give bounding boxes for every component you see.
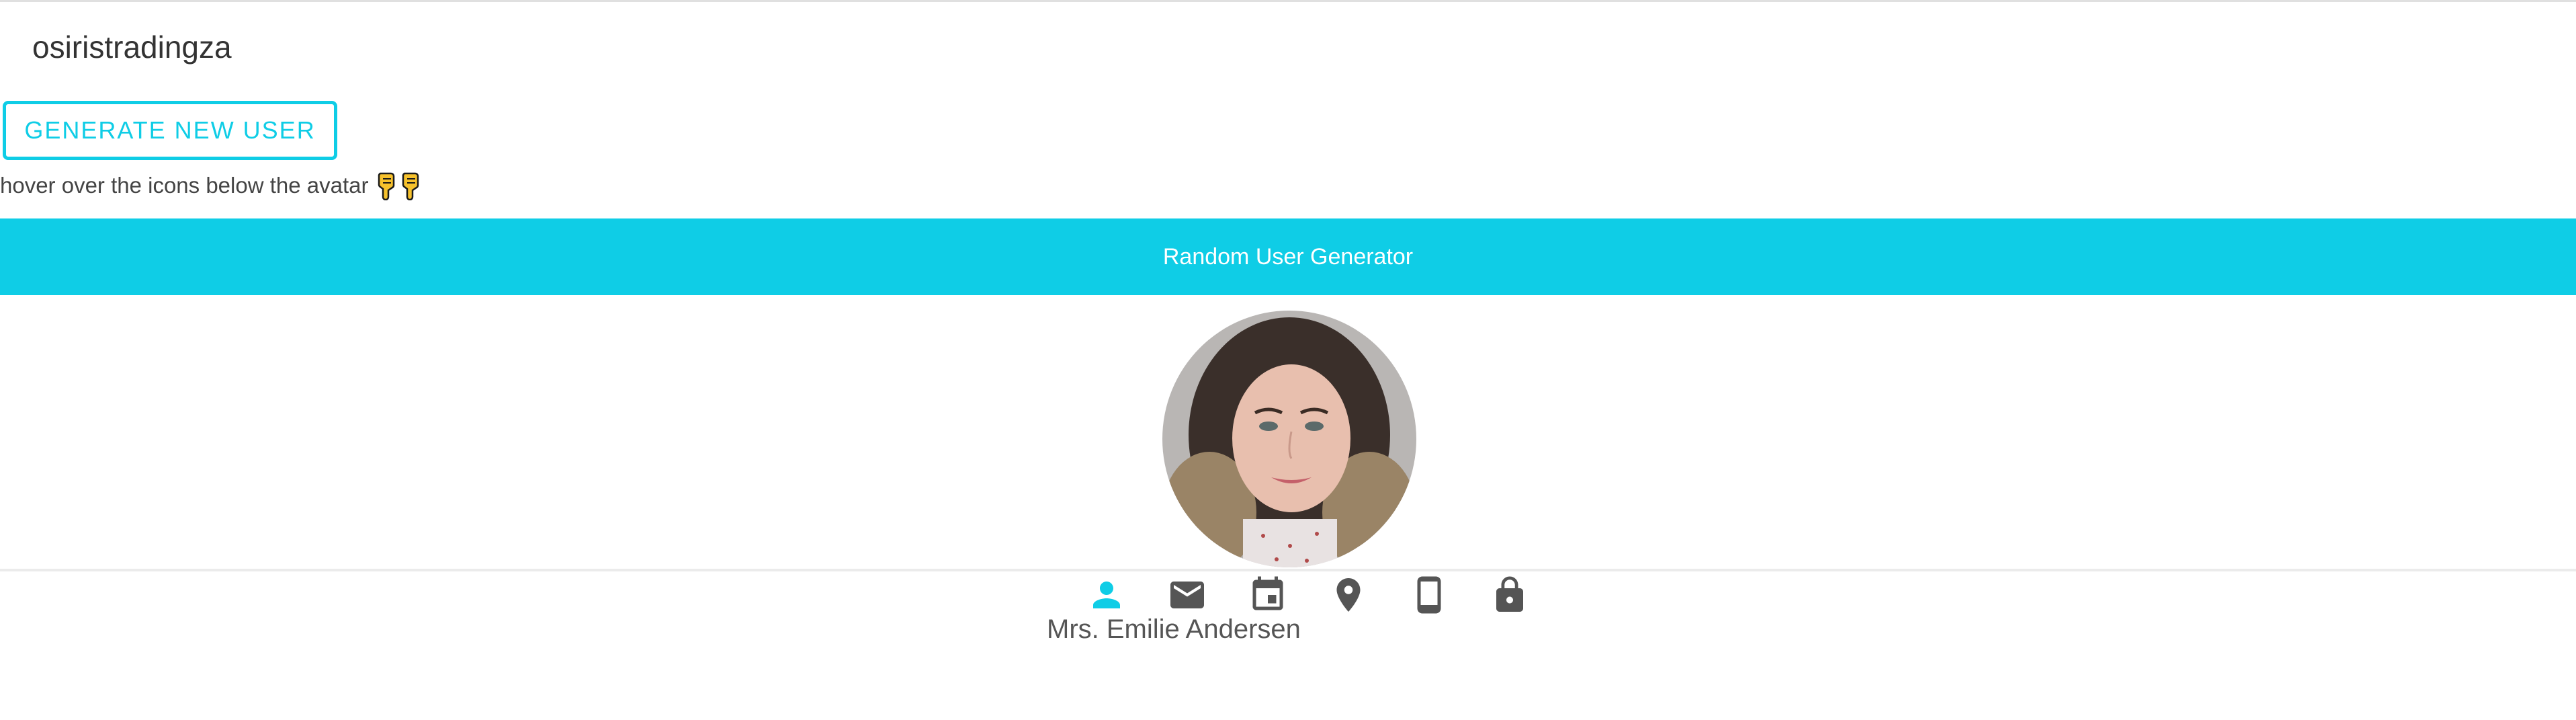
brand-title: osiristradingza (32, 30, 232, 65)
content-divider (0, 569, 2576, 571)
hint-text: hover over the icons below the avatar (0, 173, 369, 198)
page: osiristradingza GENERATE NEW USER hover … (0, 0, 2576, 720)
phone-icon[interactable] (1389, 573, 1469, 617)
user-name: Mrs. Emilie Andersen (1047, 614, 1301, 644)
generate-new-user-button[interactable]: GENERATE NEW USER (3, 101, 337, 160)
app-banner: Random User Generator (0, 218, 2576, 295)
top-divider (0, 0, 2576, 2)
pointing-down-hand-icon (400, 171, 423, 201)
pointing-down-hand-icon (376, 171, 399, 201)
hint-text-row: hover over the icons below the avatar (0, 169, 423, 202)
lock-icon[interactable] (1469, 573, 1550, 617)
location-pin-icon[interactable] (1308, 573, 1389, 617)
avatar (1162, 311, 1416, 567)
banner-title: Random User Generator (1162, 243, 1414, 270)
